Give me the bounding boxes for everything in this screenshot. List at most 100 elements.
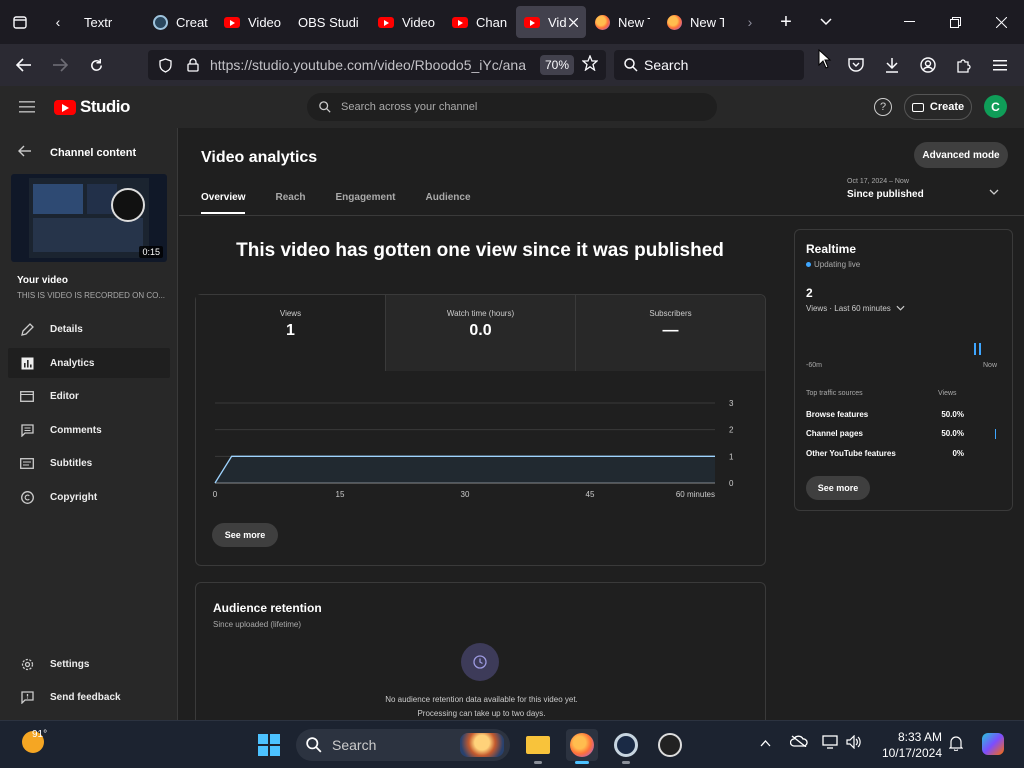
reload-icon[interactable] [78,49,114,81]
realtime-see-more-button[interactable]: See more [806,476,870,500]
extensions-icon[interactable] [946,49,982,81]
hamburger-menu-icon[interactable] [0,101,54,113]
sidebar-item-settings[interactable]: Settings [8,649,170,679]
scroll-tabs-right-icon[interactable]: › [732,0,768,44]
youtube-icon [452,14,468,30]
lock-icon[interactable] [182,58,204,72]
metric-value: 0.0 [469,322,492,339]
show-hidden-icons-chevron-icon[interactable] [760,735,771,750]
channel-search-input[interactable]: Search across your channel [307,93,717,121]
steam-icon [614,733,638,757]
weather-widget[interactable]: 91° [22,729,47,753]
taskbar-search-box[interactable]: Search [296,729,510,761]
sidebar-item-editor[interactable]: Editor [8,381,170,411]
back-arrow-icon[interactable] [6,49,42,81]
new-tab-button[interactable]: + [768,0,804,44]
avatar[interactable]: C [984,95,1007,118]
studio-logo[interactable]: Studio [54,97,130,117]
channel-content-label: Channel content [50,146,137,159]
account-icon[interactable] [910,49,946,81]
browser-tab[interactable]: Creat [144,6,216,38]
browser-tab[interactable]: New T [586,6,658,38]
see-more-button[interactable]: See more [212,523,278,547]
create-button[interactable]: Create [904,94,972,120]
youtube-icon [378,14,394,30]
metric-views[interactable]: Views 1 [196,295,385,371]
sidebar-item-comments[interactable]: Comments [8,415,170,445]
traffic-source-row: Channel pages 50.0% [806,429,964,438]
menu-icon[interactable] [982,49,1018,81]
video-camera-icon [911,102,924,112]
taskbar-search-placeholder: Search [332,737,377,753]
realtime-metric-selector[interactable]: Views · Last 60 minutes [806,304,905,313]
date-range-selector[interactable]: Oct 17, 2024 – Now Since published [847,178,999,200]
close-window-icon[interactable] [978,0,1024,44]
browser-navigation-bar: https://studio.youtube.com/video/Rboodo5… [0,44,1024,86]
firefox-app[interactable] [566,729,598,764]
url-text[interactable]: https://studio.youtube.com/video/Rboodo5… [210,57,540,73]
channel-search-placeholder: Search across your channel [341,101,478,113]
system-clock[interactable]: 8:33 AM 10/17/2024 [872,729,942,761]
tab-engagement[interactable]: Engagement [336,192,396,214]
audience-retention-card: Audience retention Since uploaded (lifet… [195,582,766,720]
metric-watch-time[interactable]: Watch time (hours) 0.0 [385,295,575,371]
gear-icon [18,658,36,671]
y-tick-label: 2 [729,426,734,435]
zoom-level-badge[interactable]: 70% [539,55,574,75]
video-thumbnail[interactable]: 0:15 [11,174,167,262]
bookmark-star-icon[interactable] [581,53,606,76]
network-icon[interactable] [822,735,838,752]
sidebar-item-send-feedback[interactable]: Send feedback [8,682,170,712]
pocket-icon[interactable] [838,49,874,81]
metric-subscribers[interactable]: Subscribers — [575,295,765,371]
url-bar[interactable]: https://studio.youtube.com/video/Rboodo5… [148,50,606,80]
close-tab-icon[interactable] [568,15,579,30]
traffic-source-bar [995,429,996,439]
scroll-tabs-left-icon[interactable]: ‹ [40,0,76,44]
browser-tab[interactable]: Chan [444,6,516,38]
minimize-icon[interactable] [886,0,932,44]
sidebar-item-subtitles[interactable]: Subtitles [8,448,170,478]
browser-tab-label: OBS Studi [298,14,359,30]
tab-list-icon[interactable] [0,0,40,44]
x-tick-label: 30 [461,490,470,499]
browser-tab[interactable]: OBS Studi [290,6,370,38]
browser-tab[interactable]: Video [216,6,290,38]
y-tick-label: 3 [729,399,734,408]
tab-audience[interactable]: Audience [426,192,471,214]
onedrive-icon[interactable] [789,735,808,750]
channel-content-back-link[interactable]: Channel content [18,144,136,161]
browser-search-field[interactable]: Search [614,50,804,80]
restore-icon[interactable] [932,0,978,44]
list-all-tabs-icon[interactable] [804,0,848,44]
tab-overview[interactable]: Overview [201,192,246,214]
windows-start-icon[interactable] [258,734,280,756]
copyright-icon [18,490,36,504]
search-highlight-image [460,733,504,757]
volume-icon[interactable] [846,734,862,752]
film-icon [18,390,36,402]
obs-app[interactable] [654,729,686,761]
copilot-icon[interactable] [982,733,1004,755]
browser-tab[interactable]: Vid [516,6,586,38]
help-icon[interactable]: ? [874,98,892,116]
file-explorer-app[interactable] [522,729,554,764]
sidebar-item-details[interactable]: Details [8,314,170,344]
clock-icon [461,643,499,681]
browser-tab[interactable]: Video [370,6,444,38]
live-dot-icon [806,262,811,267]
metric-label: Subscribers [649,309,692,318]
tab-reach[interactable]: Reach [275,192,305,214]
sidebar-item-copyright[interactable]: Copyright [8,482,170,512]
browser-tab[interactable]: New T [658,6,732,38]
pencil-icon [18,322,36,336]
steam-app[interactable] [610,729,642,764]
browser-tab[interactable]: Textr [76,6,144,38]
forward-arrow-icon[interactable] [42,49,78,81]
notification-bell-icon[interactable] [948,735,964,754]
downloads-icon[interactable] [874,49,910,81]
advanced-mode-button[interactable]: Advanced mode [914,142,1008,168]
tracking-protection-shield-icon[interactable] [154,57,176,73]
sidebar-item-analytics[interactable]: Analytics [8,348,170,378]
obs-icon [658,733,682,757]
